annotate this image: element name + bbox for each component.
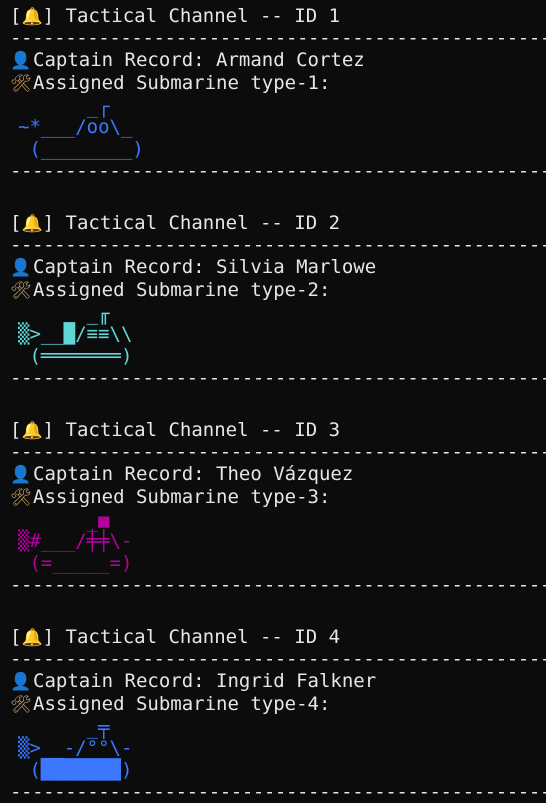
art-row: ▒>__█/≡≡\\ <box>18 323 133 345</box>
art-row: _┌ <box>18 96 110 118</box>
submarine-ascii-art: _╤ ▒>__-/°°\- (███████) <box>18 718 546 782</box>
captain-record-text: Captain Record: Ingrid Falkner <box>33 670 377 692</box>
tools-icon: 🛠 <box>10 74 32 94</box>
art-row: ▒#___/╪╪\- <box>18 530 133 552</box>
separator-line: ----------------------------------------… <box>10 575 546 596</box>
art-row: (███████) <box>18 759 133 781</box>
art-row: (═══════) <box>18 345 133 367</box>
captain-record-text: Captain Record: Armand Cortez <box>33 49 365 71</box>
submarine-type-text: Assigned Submarine type-1: <box>33 72 331 94</box>
tools-icon: 🛠 <box>10 695 32 715</box>
person-icon: 👤 <box>10 258 32 278</box>
art-row: _■ <box>18 510 110 532</box>
art-row: _╤ <box>18 717 110 739</box>
separator-line: ----------------------------------------… <box>10 368 546 389</box>
submarine-type-text: Assigned Submarine type-2: <box>33 279 331 301</box>
channel-block-3: [🔔] Tactical Channel -- ID 3 -----------… <box>10 419 546 596</box>
separator-line: ----------------------------------------… <box>10 782 546 803</box>
submarine-ascii-art: _╓ ▒>__█/≡≡\\ (═══════) <box>18 304 546 368</box>
submarine-type-text: Assigned Submarine type-3: <box>33 486 331 508</box>
person-icon: 👤 <box>10 51 32 71</box>
tools-icon: 🛠 <box>10 488 32 508</box>
art-row: _╓ <box>18 303 110 325</box>
submarine-ascii-art: _┌ ~*___/oo\_ (________) <box>18 97 546 161</box>
separator-line: ----------------------------------------… <box>10 28 546 49</box>
channel-block-2: [🔔] Tactical Channel -- ID 2 -----------… <box>10 212 546 389</box>
art-row: ▒>__-/°°\- <box>18 737 133 759</box>
captain-record-line: 👤Captain Record: Theo Vázquez <box>10 463 546 486</box>
person-icon: 👤 <box>10 465 32 485</box>
captain-record-line: 👤Captain Record: Silvia Marlowe <box>10 256 546 279</box>
terminal-window: [🔔] Tactical Channel -- ID 1 -----------… <box>0 0 546 803</box>
captain-record-text: Captain Record: Silvia Marlowe <box>33 256 377 278</box>
separator-line: ----------------------------------------… <box>10 161 546 182</box>
channel-header: [🔔] Tactical Channel -- ID 2 <box>10 212 341 234</box>
channel-header: [🔔] Tactical Channel -- ID 3 <box>10 419 341 441</box>
submarine-ascii-art: _■ ▒#___/╪╪\- (=_____=) <box>18 511 546 575</box>
art-row: ~*___/oo\_ <box>18 116 133 138</box>
channel-header: [🔔] Tactical Channel -- ID 1 <box>10 5 341 27</box>
captain-record-line: 👤Captain Record: Ingrid Falkner <box>10 670 546 693</box>
separator-line: ----------------------------------------… <box>10 442 546 463</box>
art-row: (________) <box>18 138 144 160</box>
submarine-type-text: Assigned Submarine type-4: <box>33 693 331 715</box>
submarine-type-line: 🛠Assigned Submarine type-2: <box>10 279 546 302</box>
captain-record-line: 👤Captain Record: Armand Cortez <box>10 49 546 72</box>
bell-icon: 🔔 <box>21 421 43 441</box>
channel-header: [🔔] Tactical Channel -- ID 4 <box>10 626 341 648</box>
captain-record-text: Captain Record: Theo Vázquez <box>33 463 354 485</box>
submarine-type-line: 🛠Assigned Submarine type-3: <box>10 486 546 509</box>
submarine-type-line: 🛠Assigned Submarine type-4: <box>10 693 546 716</box>
person-icon: 👤 <box>10 672 32 692</box>
art-row: (=_____=) <box>18 552 133 574</box>
bell-icon: 🔔 <box>21 628 43 648</box>
channel-block-4: [🔔] Tactical Channel -- ID 4 -----------… <box>10 626 546 803</box>
bell-icon: 🔔 <box>21 7 43 27</box>
separator-line: ----------------------------------------… <box>10 649 546 670</box>
submarine-type-line: 🛠Assigned Submarine type-1: <box>10 72 546 95</box>
channel-block-1: [🔔] Tactical Channel -- ID 1 -----------… <box>10 5 546 182</box>
bell-icon: 🔔 <box>21 214 43 234</box>
separator-line: ----------------------------------------… <box>10 235 546 256</box>
tools-icon: 🛠 <box>10 281 32 301</box>
